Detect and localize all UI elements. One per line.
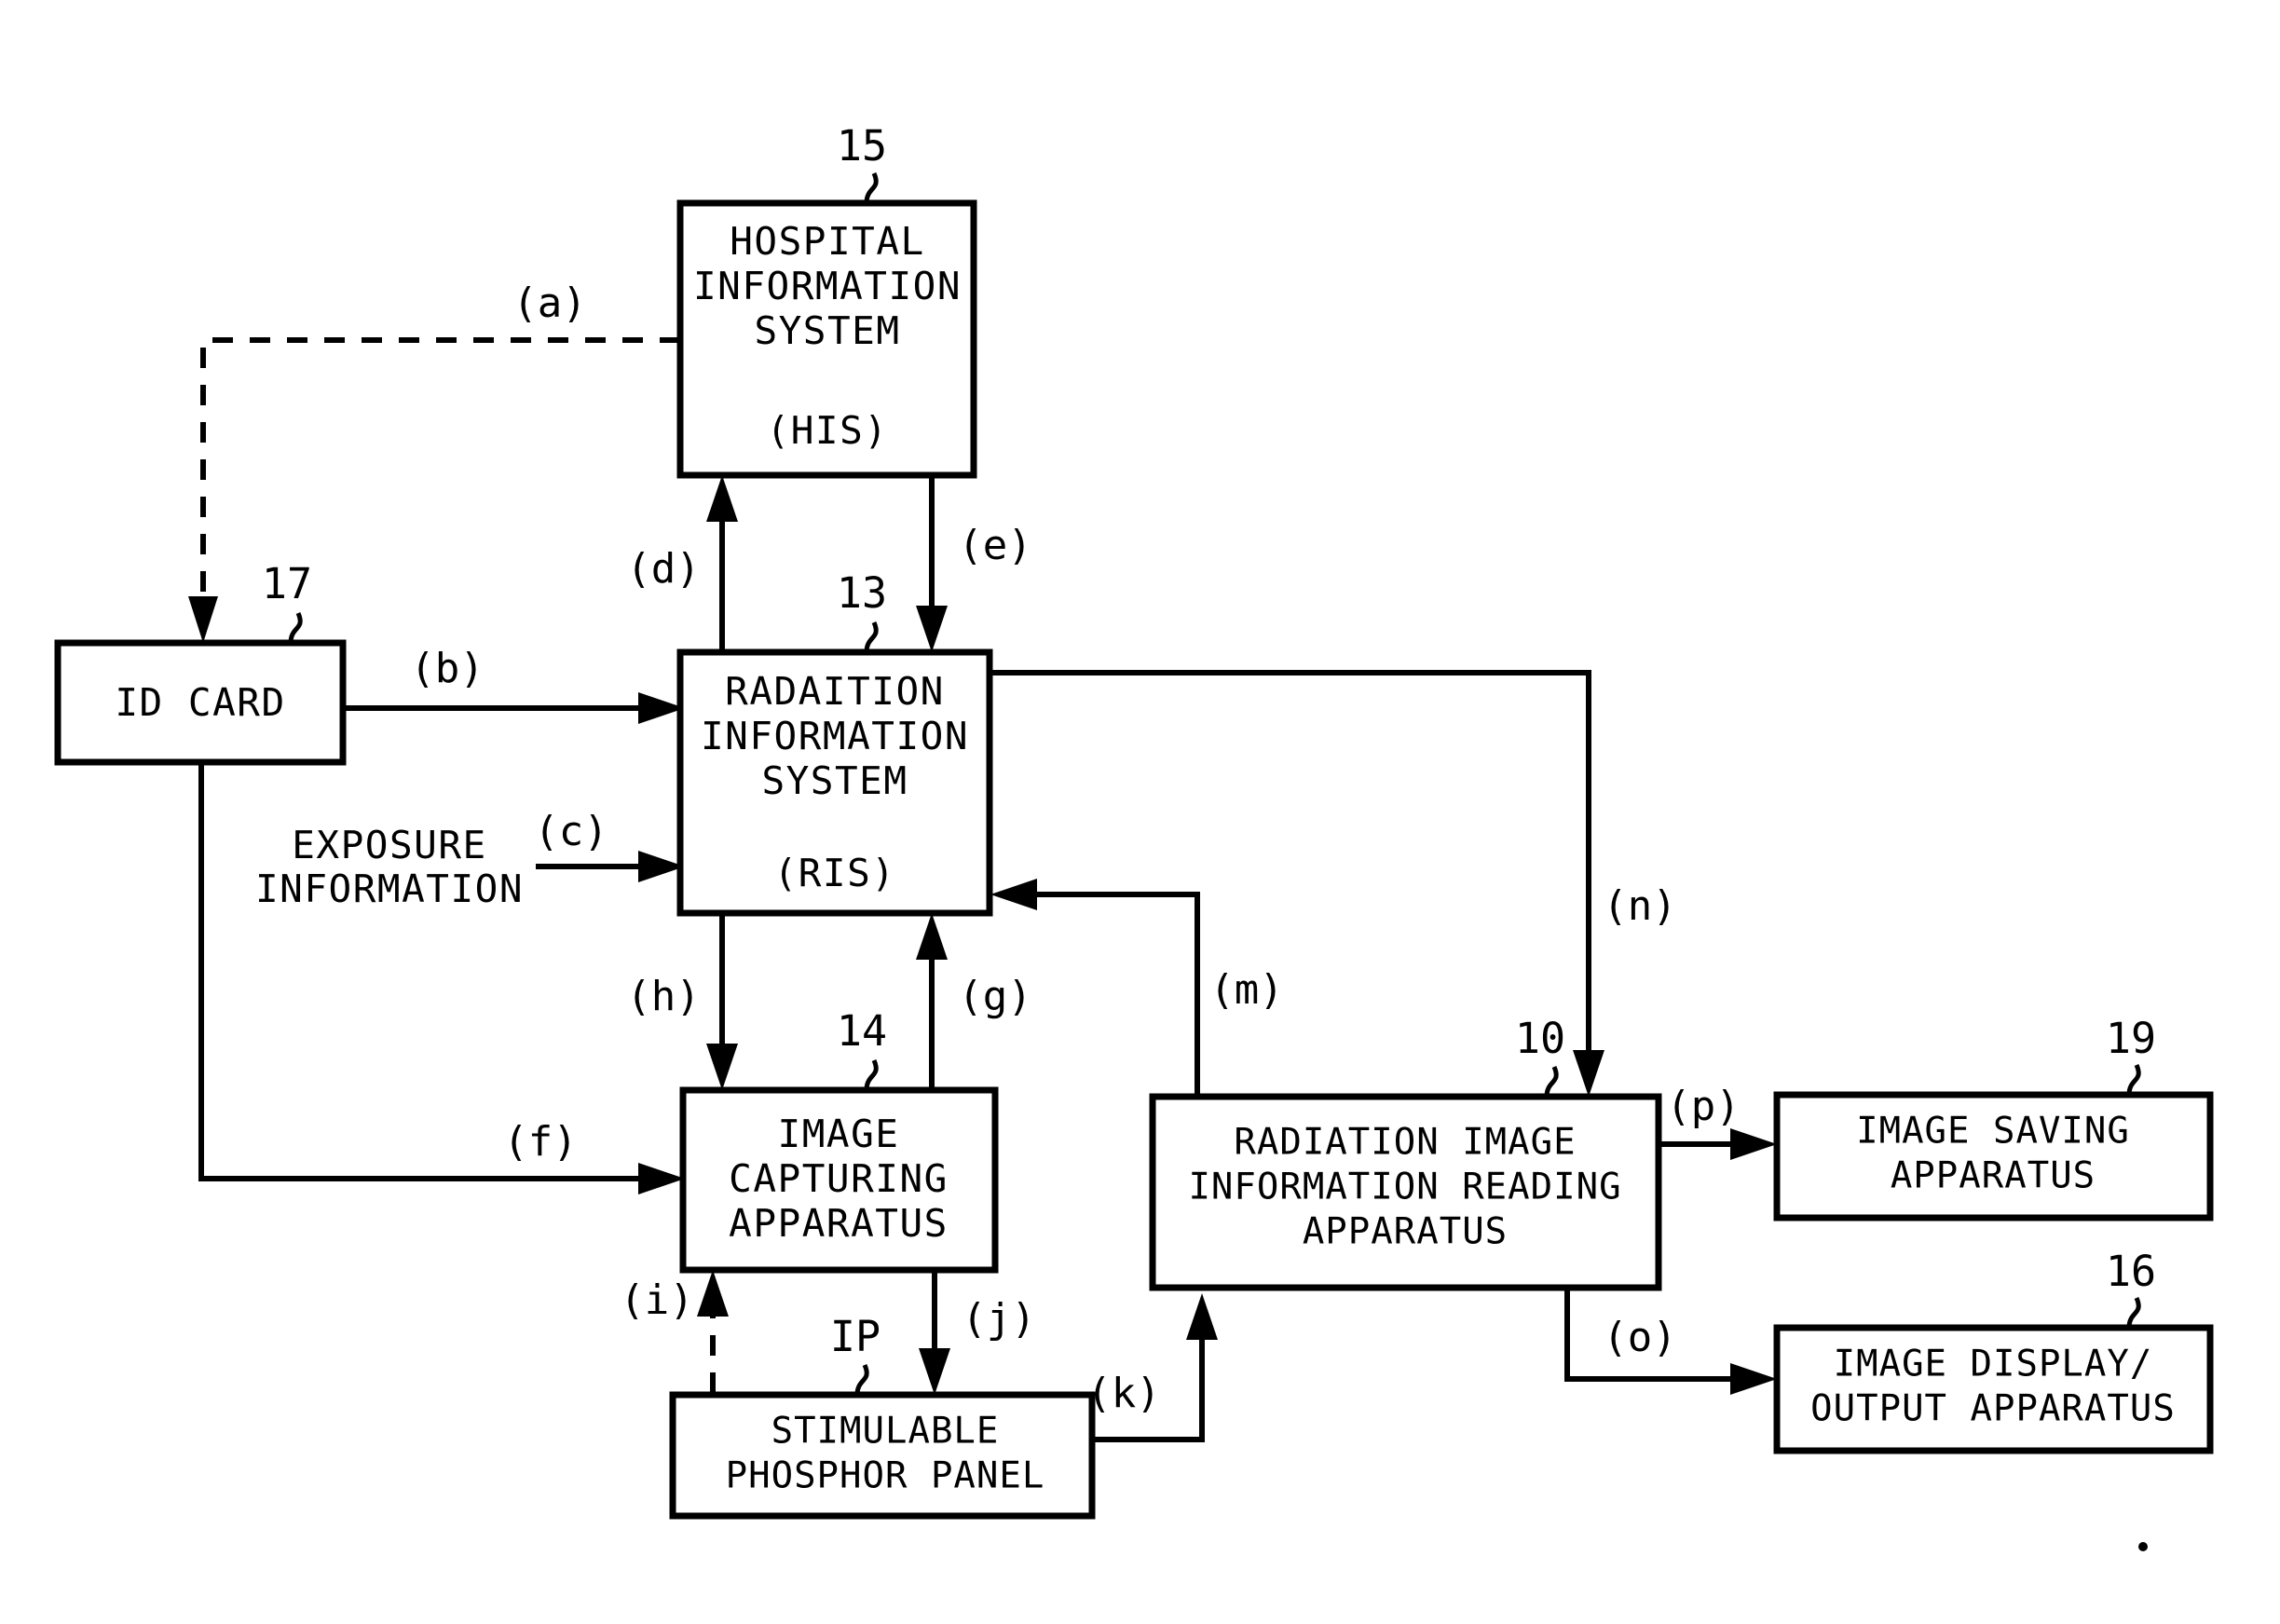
- arrowhead-p: [1730, 1128, 1777, 1160]
- box-radiation-information-system[interactable]: RADAITION INFORMATION SYSTEM (RIS) 13: [676, 568, 993, 917]
- page-artifact-dot: [2138, 1542, 2148, 1551]
- box-reading-apparatus-line1: RADIATION IMAGE: [1234, 1122, 1576, 1164]
- box-image-saving-apparatus[interactable]: IMAGE SAVING APPARATUS 19: [1773, 1014, 2214, 1221]
- connector-b: [343, 692, 685, 724]
- edge-label-p: (p): [1666, 1083, 1740, 1130]
- connector-d: [706, 475, 738, 652]
- ref-number-ris: 13: [837, 568, 887, 618]
- box-phosphor-panel-line1: STIMULABLE: [771, 1411, 1000, 1453]
- edge-label-g: (g): [958, 973, 1031, 1020]
- arrowhead-m: [990, 879, 1037, 910]
- ref-number-image-display: 16: [2106, 1247, 2156, 1296]
- ref-number-image-saving: 19: [2106, 1014, 2156, 1063]
- box-ris-abbrev: (RIS): [774, 851, 896, 895]
- box-image-display-output-apparatus[interactable]: IMAGE DISPLAY/ OUTPUT APPARATUS 16: [1773, 1247, 2214, 1454]
- ref-number-his: 15: [837, 121, 887, 171]
- arrowhead-d: [706, 475, 738, 522]
- edge-label-m: (m): [1209, 966, 1283, 1014]
- arrowhead-o: [1730, 1363, 1777, 1395]
- edge-label-c: (c): [534, 808, 608, 855]
- label-exposure-information: EXPOSURE INFORMATION: [255, 823, 524, 911]
- leader-image-saving: [2126, 1063, 2141, 1096]
- box-image-saving-line1: IMAGE SAVING: [1856, 1111, 2130, 1153]
- connector-c: [536, 851, 685, 882]
- ref-number-reading-apparatus: 10: [1515, 1014, 1565, 1063]
- edge-label-d: (d): [626, 545, 700, 593]
- arrowhead-i: [697, 1270, 729, 1317]
- arrowhead-n: [1573, 1050, 1604, 1097]
- arrowhead-j: [919, 1348, 950, 1395]
- edge-label-i: (i): [620, 1276, 693, 1324]
- connector-p: [1659, 1128, 1777, 1160]
- box-his-abbrev: (HIS): [767, 408, 889, 453]
- leader-image-capturing: [864, 1058, 879, 1091]
- connector-h: [706, 913, 738, 1090]
- box-image-saving-line2: APPARATUS: [1891, 1155, 2096, 1197]
- arrowhead-f: [638, 1163, 685, 1194]
- box-image-display-line2: OUTPUT APPARATUS: [1810, 1388, 2176, 1430]
- connector-j: [919, 1270, 950, 1395]
- edge-label-h: (h): [626, 973, 700, 1020]
- ref-number-image-capturing: 14: [837, 1006, 887, 1056]
- box-his-line1: HOSPITAL: [730, 219, 924, 264]
- ref-number-phosphor-panel: IP: [830, 1312, 881, 1361]
- box-ris-line2: INFORMATION: [701, 714, 969, 758]
- arrowhead-k: [1186, 1293, 1218, 1340]
- box-id-card-label: ID CARD: [115, 680, 285, 725]
- arrowhead-e: [916, 606, 948, 652]
- arrowhead-g: [916, 913, 948, 960]
- box-image-capturing-line1: IMAGE: [778, 1112, 900, 1156]
- connector-e: [916, 475, 948, 652]
- connector-i: [697, 1270, 729, 1393]
- edge-label-j: (j): [962, 1295, 1035, 1343]
- edge-label-n: (n): [1603, 882, 1676, 930]
- leader-phosphor-panel: [854, 1363, 869, 1396]
- edge-label-k: (k): [1086, 1370, 1160, 1417]
- box-ris-line1: RADAITION: [725, 669, 945, 714]
- connector-g: [916, 913, 948, 1090]
- box-image-display-line1: IMAGE DISPLAY/: [1834, 1344, 2153, 1385]
- box-hospital-information-system[interactable]: HOSPITAL INFORMATION SYSTEM (HIS) 15: [676, 121, 977, 479]
- exposure-information-line1: EXPOSURE: [292, 823, 486, 867]
- edge-label-o: (o): [1603, 1314, 1676, 1361]
- box-his-line2: INFORMATION: [693, 264, 962, 308]
- box-his-line3: SYSTEM: [754, 308, 900, 353]
- arrowhead-h: [706, 1044, 738, 1090]
- connector-k: [1092, 1293, 1218, 1442]
- connector-n: [990, 670, 1604, 1097]
- patent-figure-canvas: HOSPITAL INFORMATION SYSTEM (HIS) 15 RAD…: [0, 0, 2280, 1624]
- leader-reading-apparatus: [1544, 1065, 1559, 1098]
- box-image-capturing-line3: APPARATUS: [729, 1201, 949, 1246]
- ref-number-id-card: 17: [262, 559, 312, 608]
- block-diagram-svg: HOSPITAL INFORMATION SYSTEM (HIS) 15 RAD…: [54, 121, 2214, 1551]
- edge-label-a: (a): [512, 280, 586, 327]
- leader-image-display: [2126, 1296, 2141, 1329]
- leader-id-card: [288, 611, 303, 644]
- box-image-capturing-line2: CAPTURING: [729, 1156, 949, 1201]
- leader-ris: [864, 621, 879, 653]
- box-reading-apparatus-line3: APPARATUS: [1303, 1211, 1508, 1253]
- box-reading-apparatus-line2: INFORMATION READING: [1188, 1167, 1621, 1208]
- leader-his: [864, 171, 879, 204]
- box-phosphor-panel-line2: PHOSPHOR PANEL: [726, 1455, 1045, 1497]
- edge-label-e: (e): [958, 522, 1031, 569]
- box-ris-line3: SYSTEM: [761, 758, 908, 803]
- exposure-information-line2: INFORMATION: [255, 867, 524, 911]
- edge-label-f: (f): [503, 1118, 577, 1166]
- edge-label-b: (b): [410, 645, 484, 692]
- arrowhead-a: [188, 596, 218, 643]
